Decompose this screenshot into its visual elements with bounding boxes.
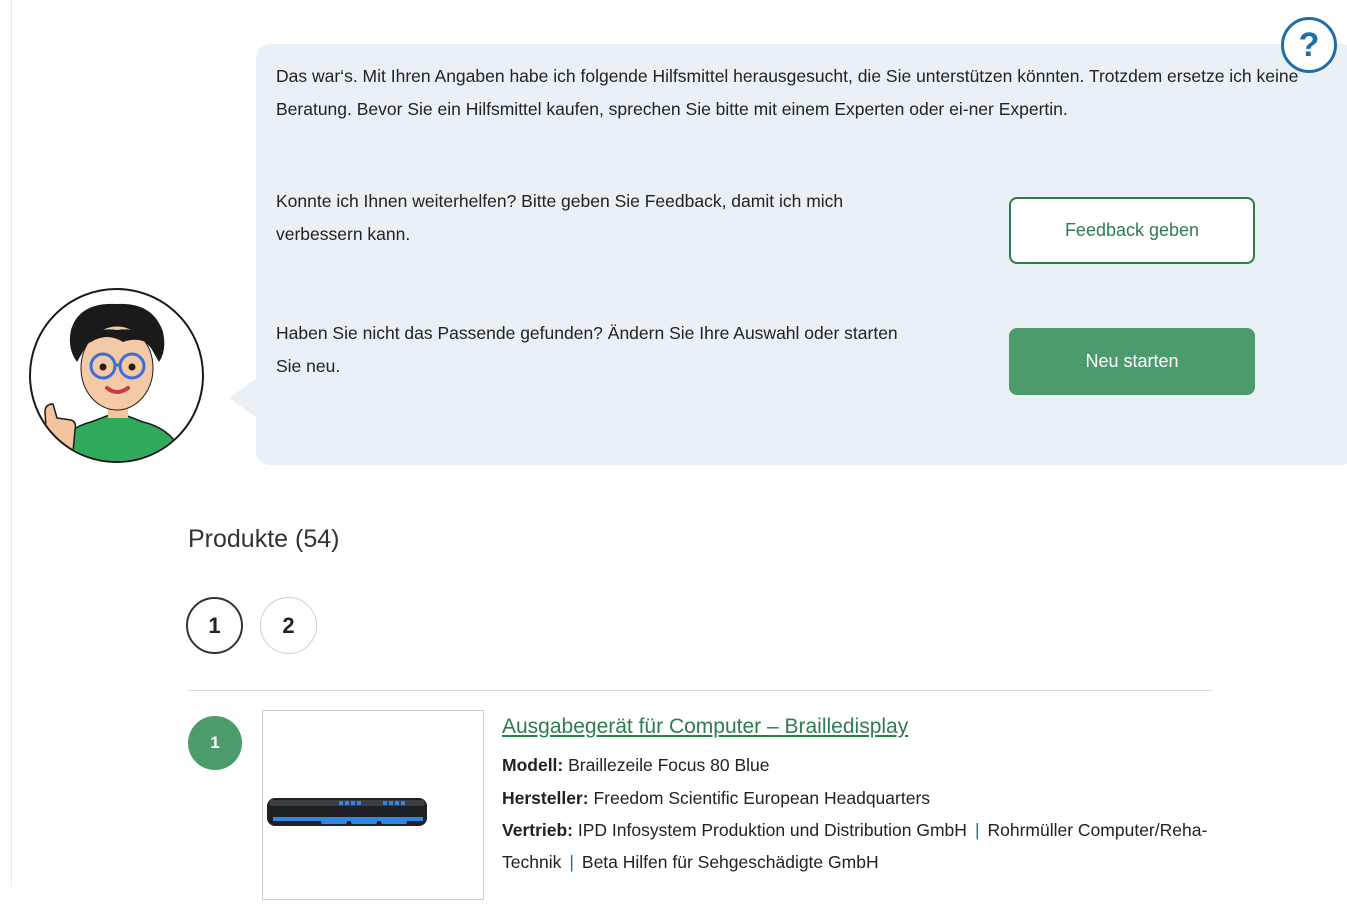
result-number-badge: 1 — [188, 716, 242, 770]
products-heading: Produkte (54) — [188, 525, 340, 553]
left-border-line — [11, 0, 12, 887]
assistant-intro-text: Das war‘s. Mit Ihren Angaben habe ich fo… — [276, 66, 1299, 119]
manufacturer-value: Freedom Scientific European Headquarters — [593, 788, 931, 808]
assistant-avatar-illustration — [44, 303, 187, 461]
feedback-prompt-text: Konnte ich Ihnen weiterhelfen? Bitte geb… — [276, 191, 844, 244]
product-manufacturer: Hersteller: Freedom Scientific European … — [502, 782, 930, 814]
pagination-page-1[interactable]: 1 — [186, 597, 243, 654]
model-value: Braillezeile Focus 80 Blue — [568, 755, 770, 775]
assistant-speech-bubble: Das war‘s. Mit Ihren Angaben habe ich fo… — [256, 44, 1347, 465]
product-distribution: Vertrieb: IPD Infosystem Produktion und … — [502, 814, 1222, 878]
question-mark-icon: ? — [1298, 25, 1320, 64]
distributor-3: Beta Hilfen für Sehgeschädigte GmbH — [581, 852, 879, 872]
braille-display-image — [267, 798, 427, 826]
speech-bubble-tail — [229, 378, 257, 418]
distribution-label: Vertrieb: — [502, 820, 573, 840]
feedback-button[interactable]: Feedback geben — [1009, 197, 1255, 264]
results-divider — [188, 690, 1212, 691]
manufacturer-label: Hersteller: — [502, 788, 589, 808]
pagination-page-2[interactable]: 2 — [260, 597, 317, 654]
restart-button[interactable]: Neu starten — [1009, 328, 1255, 395]
product-title-link[interactable]: Ausgabegerät für Computer – Brailledispl… — [502, 712, 908, 742]
assistant-avatar — [29, 288, 204, 463]
product-model: Modell: Braillezeile Focus 80 Blue — [502, 749, 769, 781]
separator: | — [974, 820, 980, 840]
model-label: Modell: — [502, 755, 564, 775]
separator: | — [569, 852, 574, 872]
distributor-1: IPD Infosystem Produktion und Distributi… — [577, 820, 967, 840]
help-button[interactable]: ? — [1281, 17, 1337, 73]
product-image[interactable] — [262, 710, 484, 900]
restart-prompt-text: Haben Sie nicht das Passende gefunden? Ä… — [276, 323, 898, 376]
